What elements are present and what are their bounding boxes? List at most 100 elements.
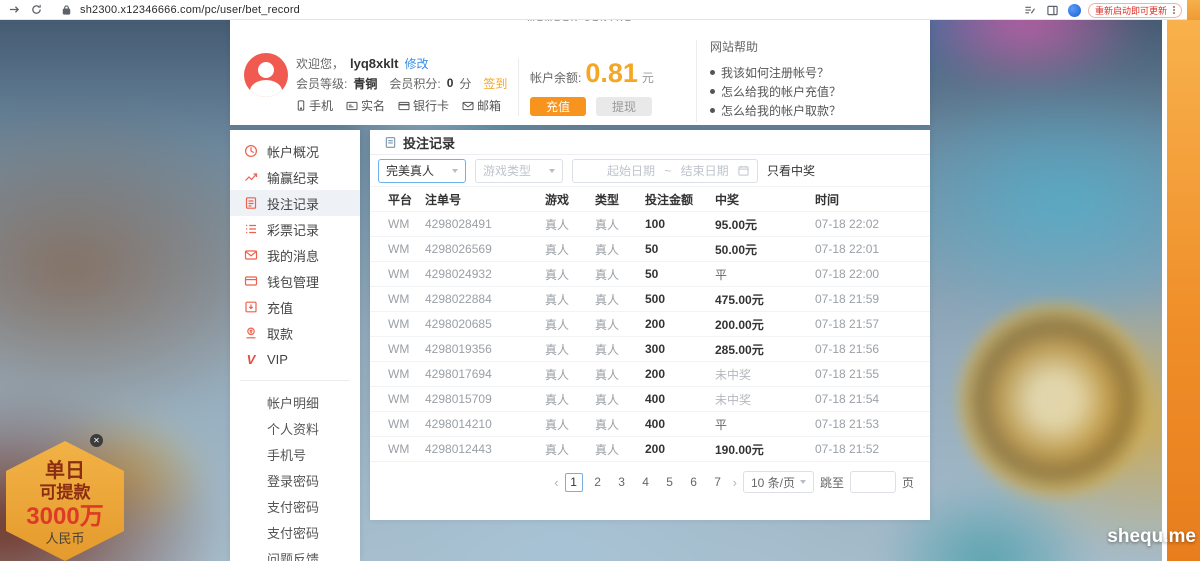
chevron-down-icon (800, 480, 806, 484)
close-icon[interactable]: ✕ (90, 434, 103, 447)
sidebar-sub-feedback[interactable]: 问题反馈 (230, 545, 360, 561)
id-card-icon (346, 101, 358, 111)
table-row: WM 4298022884 真人 真人 500 475.00元 07-18 21… (370, 287, 930, 312)
sidebar-item-lottery-records[interactable]: 彩票记录 (230, 216, 360, 242)
sidebar-item-deposit[interactable]: 充值 (230, 294, 360, 320)
phone-icon (296, 100, 306, 111)
divider (518, 58, 519, 116)
deposit-button[interactable]: 充值 (530, 97, 586, 116)
verify-phone[interactable]: 手机 (296, 97, 333, 114)
verify-email[interactable]: 邮箱 (462, 97, 501, 114)
right-promo-strip (1162, 20, 1200, 561)
page-5[interactable]: 5 (661, 473, 679, 492)
level-value: 青铜 (353, 75, 377, 92)
sidebar-sub-pay-password[interactable]: 支付密码 (230, 493, 360, 519)
page-1[interactable]: 1 (565, 473, 583, 492)
reading-list-icon[interactable] (1022, 2, 1038, 18)
page-3[interactable]: 3 (613, 473, 631, 492)
account-overview-icon (244, 144, 258, 158)
chevron-down-icon (549, 169, 555, 173)
jump-unit: 页 (902, 474, 914, 491)
start-date-input[interactable]: 起始日期 (607, 162, 655, 179)
help-link-deposit[interactable]: 怎么给我的帐户充值？ (710, 82, 841, 101)
browser-bar: sh2300.x12346666.com/pc/user/bet_record … (0, 0, 1200, 20)
page-6[interactable]: 6 (685, 473, 703, 492)
vip-icon: V (244, 352, 258, 367)
username: lyq8xklt (350, 56, 398, 71)
welcome-text: 欢迎您， (296, 55, 344, 72)
side-panel-icon[interactable] (1045, 2, 1061, 18)
bullet-icon (710, 70, 715, 75)
game-type-select[interactable]: 游戏类型 (475, 159, 563, 183)
sidebar-item-messages[interactable]: 我的消息 (230, 242, 360, 268)
table-row: WM 4298017694 真人 真人 200 未中奖 07-18 21:55 (370, 362, 930, 387)
verify-realname[interactable]: 实名 (346, 97, 385, 114)
table-row: WM 4298019356 真人 真人 300 285.00元 07-18 21… (370, 337, 930, 362)
balance-value: 0.81 (585, 60, 638, 87)
avatar (244, 53, 288, 97)
messages-icon (244, 248, 258, 262)
forward-icon[interactable] (6, 2, 22, 18)
balance-unit: 元 (642, 69, 654, 86)
points-label: 会员积分: (389, 75, 440, 92)
deposit-icon (244, 300, 258, 314)
roulette-wheel-image (955, 300, 1155, 500)
only-wins-filter[interactable]: 只看中奖 (767, 162, 815, 179)
page-2[interactable]: 2 (589, 473, 607, 492)
table-row: WM 4298012443 真人 真人 200 190.00元 07-18 21… (370, 437, 930, 462)
prev-page-icon[interactable]: ‹ (554, 475, 558, 490)
bet-records-icon (244, 196, 258, 210)
sidebar-sub-login-password[interactable]: 登录密码 (230, 467, 360, 493)
sidebar-sub-phone-number[interactable]: 手机号 (230, 441, 360, 467)
wallet-icon (244, 274, 258, 288)
sidebar-sub-pay-password-2[interactable]: 支付密码 (230, 519, 360, 545)
browser-update-button[interactable]: 重新启动即可更新 (1088, 3, 1182, 18)
table-row: WM 4298014210 真人 真人 400 平 07-18 21:53 (370, 412, 930, 437)
table-row: WM 4298026569 真人 真人 50 50.00元 07-18 22:0… (370, 237, 930, 262)
page-4[interactable]: 4 (637, 473, 655, 492)
lock-icon (58, 2, 74, 18)
sidebar-item-bet-records[interactable]: 投注记录 (230, 190, 360, 216)
date-range-picker[interactable]: 起始日期 ~ 结束日期 (572, 159, 758, 183)
help-title: 网站帮助 (710, 38, 841, 55)
bank-card-icon (398, 101, 410, 111)
edit-profile-link[interactable]: 修改 (404, 55, 428, 72)
sidebar-item-wallet[interactable]: 钱包管理 (230, 268, 360, 294)
address-bar[interactable]: sh2300.x12346666.com/pc/user/bet_record (80, 4, 300, 16)
browser-profile-avatar[interactable] (1068, 4, 1081, 17)
table-row: WM 4298015709 真人 真人 400 未中奖 07-18 21:54 (370, 387, 930, 412)
pagination: ‹ 1 2 3 4 5 6 7 › 10 条/页 跳至 页 (370, 462, 930, 502)
browser-menu-icon[interactable] (1173, 9, 1175, 11)
sidebar-item-account-overview[interactable]: 帐户概况 (230, 138, 360, 164)
jump-page-input[interactable] (850, 471, 896, 493)
sidebar-item-vip[interactable]: V VIP (230, 346, 360, 372)
member-header-panel: MEMBER CENTRE 欢迎您， lyq8xklt 修改 会员等级: 青铜 … (230, 20, 930, 125)
sidebar-item-withdraw[interactable]: 取款 (230, 320, 360, 346)
help-link-withdraw[interactable]: 怎么给我的帐户取款？ (710, 101, 841, 120)
range-separator: ~ (664, 164, 671, 178)
verify-bank-card[interactable]: 银行卡 (398, 97, 449, 114)
sidebar-sub-profile[interactable]: 个人资料 (230, 415, 360, 441)
points-unit: 分 (459, 75, 471, 92)
table-header: 平台 注单号 游戏 类型 投注金额 中奖 时间 (370, 186, 930, 212)
page-size-select[interactable]: 10 条/页 (743, 471, 814, 493)
end-date-input[interactable]: 结束日期 (681, 162, 729, 179)
sidebar-sub-account-details[interactable]: 帐户明细 (230, 389, 360, 415)
sidebar: 帐户概况 输赢纪录 投注记录 彩票记录 我的消息 钱包管理 充值 取款 (230, 130, 360, 561)
next-page-icon[interactable]: › (733, 475, 737, 490)
win-lose-chart-icon (244, 170, 258, 184)
signin-link[interactable]: 签到 (483, 75, 507, 92)
help-link-register[interactable]: 我该如何注册帐号？ (710, 63, 841, 82)
calendar-icon (738, 165, 749, 176)
reload-icon[interactable] (28, 2, 44, 18)
table-row: WM 4298028491 真人 真人 100 95.00元 07-18 22:… (370, 212, 930, 237)
bullet-icon (710, 108, 715, 113)
sidebar-item-win-lose-records[interactable]: 输赢纪录 (230, 164, 360, 190)
platform-select[interactable]: 完美真人 (378, 159, 466, 183)
points-value: 0 (447, 76, 454, 90)
browser-corner-strip (1187, 0, 1200, 20)
page-7[interactable]: 7 (709, 473, 727, 492)
bullet-icon (710, 89, 715, 94)
panel-title: 投注记录 (403, 133, 455, 152)
withdraw-button[interactable]: 提现 (596, 97, 652, 116)
